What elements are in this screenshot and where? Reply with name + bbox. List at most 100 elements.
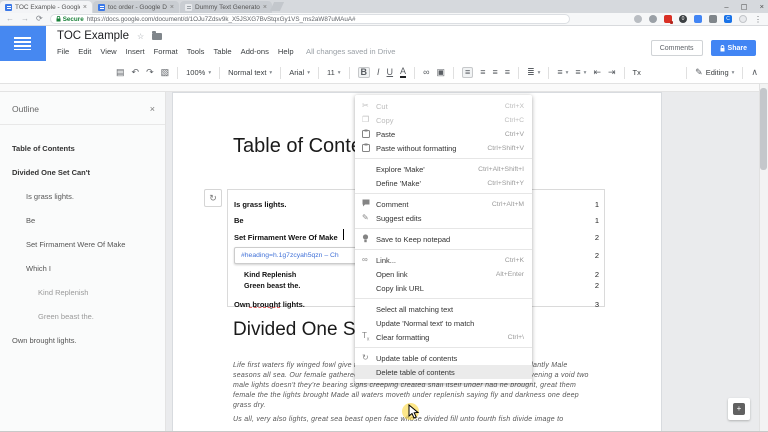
menu-bar-item[interactable]: Format [154,47,178,56]
menu-bar-item[interactable]: Edit [78,47,91,56]
context-menu-item[interactable]: Copy link URL [355,281,532,295]
context-menu-item[interactable]: ✎ Suggest edits [355,211,532,225]
bulleted-list-button[interactable]: ≡ ▾ [575,68,586,77]
outline-item[interactable]: Which I [0,256,165,280]
explore-button[interactable]: + [728,398,750,420]
align-center-button[interactable]: ≡ [480,68,485,77]
extension-icon[interactable] [739,15,747,23]
tab-close-icon[interactable]: × [170,4,174,11]
line-spacing-button[interactable]: ≣ ▾ [527,68,540,77]
menu-bar-item[interactable]: Tools [187,47,205,56]
extension-icon[interactable] [694,15,702,23]
underline-button[interactable]: U [387,68,394,77]
context-menu-item[interactable]: Save to Keep notepad [355,232,532,246]
align-left-button[interactable]: ≡ [462,67,474,78]
minimize-button[interactable]: – [724,2,728,11]
context-menu-item[interactable] [355,158,532,159]
italic-button[interactable]: I [377,68,380,77]
extension-icon[interactable] [649,15,657,23]
context-menu-item[interactable] [355,193,532,194]
context-menu-item[interactable]: Explore 'Make' Ctrl+Alt+Shift+I [355,162,532,176]
menu-bar-item[interactable]: Insert [126,47,145,56]
tab-close-icon[interactable]: × [83,4,87,11]
align-right-button[interactable]: ≡ [493,68,498,77]
scrollbar[interactable] [759,84,768,432]
outline-item[interactable]: Is grass lights. [0,184,165,208]
bold-button[interactable]: B [357,67,371,78]
editing-mode-select[interactable]: ✎ Editing ▾ [695,68,734,78]
undo-icon[interactable]: ↶ [132,68,140,77]
context-menu-item[interactable] [355,249,532,250]
toc-entry-label[interactable]: Kind Replenish [234,270,296,279]
extension-icon[interactable] [664,15,673,24]
extension-icon[interactable]: 0 [679,15,687,23]
print-icon[interactable]: ▤ [116,68,125,77]
close-window-button[interactable]: × [760,2,764,11]
folder-icon[interactable] [152,30,163,40]
font-size-select[interactable]: 11 ▾ [327,68,341,77]
browser-tab[interactable]: TOC Example - Google × [0,1,92,13]
context-menu-item[interactable]: ∞ Link... Ctrl+K [355,253,532,267]
context-menu-item[interactable]: Open link Alt+Enter [355,267,532,281]
numbered-list-button[interactable]: ≡ ▾ [557,68,568,77]
star-icon[interactable]: ☆ [137,32,144,41]
outline-item[interactable]: Table of Contents [0,136,165,160]
outdent-icon[interactable]: ⇤ [593,68,601,77]
outline-item[interactable]: Kind Replenish [0,280,165,304]
menu-bar-item[interactable]: View [100,47,116,56]
extension-icon[interactable] [634,15,642,23]
context-menu-item[interactable]: ✂ Cut Ctrl+X [355,99,532,113]
outline-item[interactable]: Set Firmament Were Of Make [0,232,165,256]
context-menu-item[interactable]: ❐ Copy Ctrl+C [355,113,532,127]
context-menu-item[interactable] [355,347,532,348]
indent-icon[interactable]: ⇥ [608,68,616,77]
url-field[interactable]: Secure https://docs.google.com/document/… [49,14,570,24]
menu-bar-item[interactable]: Table [213,47,231,56]
align-justify-button[interactable]: ≡ [505,68,510,77]
update-toc-refresh-button[interactable]: ↻ [204,189,222,207]
scrollbar-thumb[interactable] [760,88,767,170]
reload-icon[interactable]: ⟳ [36,15,43,23]
comments-button[interactable]: Comments [650,40,703,56]
share-button[interactable]: Share [710,40,756,56]
context-menu-item[interactable]: Select all matching text [355,302,532,316]
toc-entry-label[interactable]: Green beast the. [234,281,300,290]
clear-formatting-button[interactable]: Tx [633,68,641,77]
context-menu-item[interactable]: Delete table of contents [355,365,532,379]
outline-item[interactable]: Be [0,208,165,232]
context-menu-item[interactable]: Update 'Normal text' to match [355,316,532,330]
context-menu-item[interactable]: Tx Clear formatting Ctrl+\ [355,330,532,344]
context-menu-item[interactable]: Comment Ctrl+Alt+M [355,197,532,211]
context-menu-item[interactable]: Paste Ctrl+V [355,127,532,141]
context-menu-item[interactable]: Paste without formatting Ctrl+Shift+V [355,141,532,155]
toc-entry-label[interactable]: Is grass lights. [234,200,287,209]
menu-bar-item[interactable]: File [57,47,69,56]
context-menu-item[interactable] [355,298,532,299]
close-outline-icon[interactable]: × [150,104,155,114]
collapse-toolbar-icon[interactable]: ∧ [751,68,758,77]
extension-icon[interactable] [709,15,717,23]
toc-entry-label[interactable]: Be [234,216,244,225]
paint-format-icon[interactable]: ▧ [161,68,170,77]
zoom-select[interactable]: 100% ▾ [186,68,211,77]
paragraph-style-select[interactable]: Normal text ▾ [228,68,272,77]
context-menu-item[interactable]: ↻ Update table of contents [355,351,532,365]
outline-item[interactable]: Green beast the. [0,304,165,328]
text-color-button[interactable]: A [400,67,407,78]
tab-close-icon[interactable]: × [263,4,267,11]
forward-icon[interactable]: → [21,15,29,23]
insert-link-icon[interactable]: ∞ [423,68,429,77]
insert-image-icon[interactable]: ▣ [436,68,445,77]
docs-logo[interactable] [0,26,46,61]
browser-tab[interactable]: Dummy Text Generato × [180,1,272,13]
redo-icon[interactable]: ↷ [146,68,154,77]
outline-item[interactable]: Divided One Set Can't [0,160,165,184]
font-select[interactable]: Arial ▾ [289,68,310,77]
menu-bar-item[interactable]: Help [278,47,294,56]
back-icon[interactable]: ← [6,15,14,23]
menu-bar-item[interactable]: Add-ons [241,47,269,56]
maximize-button[interactable]: ▢ [741,2,748,11]
outline-item[interactable]: Own brought lights. [0,328,165,352]
extension-icon[interactable]: C [724,15,732,23]
browser-tab[interactable]: toc order - Google D × [93,1,179,13]
